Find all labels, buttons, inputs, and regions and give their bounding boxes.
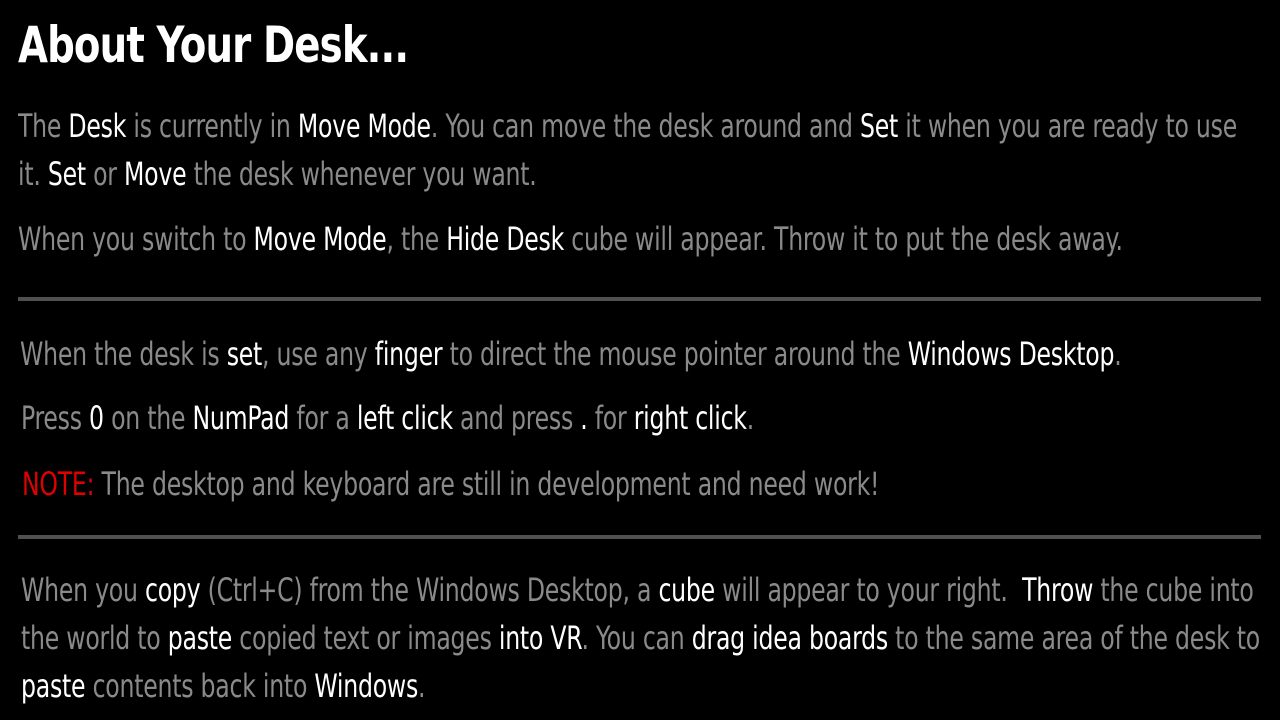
highlight-hide-desk: Hide Desk	[446, 220, 565, 258]
text-segment: will appear to your right.	[714, 571, 1023, 609]
text-segment: The	[18, 107, 69, 145]
highlight-cube: cube	[658, 571, 715, 609]
text-segment: to the same area of the desk to	[887, 619, 1261, 657]
highlight-key-zero: 0	[89, 399, 104, 437]
text-segment: Press	[21, 399, 90, 437]
highlight-finger: finger	[374, 335, 443, 373]
highlight-paste: paste	[21, 667, 86, 705]
text-segment: on the	[103, 399, 193, 437]
highlight-move-mode: Move Mode	[297, 107, 431, 145]
highlight-windows-desktop: Windows Desktop	[907, 335, 1115, 373]
highlight-into-vr: into VR	[498, 619, 582, 657]
click-instructions-paragraph: Press 0 on the NumPad for a left click a…	[21, 394, 1267, 442]
text-segment: .	[1114, 335, 1122, 373]
text-segment: cube will appear. Throw it to put the de…	[564, 220, 1123, 258]
text-segment: or	[85, 155, 125, 193]
text-segment: When the desk is	[20, 335, 227, 373]
highlight-drag-idea-boards: drag idea boards	[691, 619, 888, 657]
section-divider	[18, 297, 1261, 301]
highlight-paste: paste	[167, 619, 233, 657]
highlight-numpad: NumPad	[192, 399, 290, 437]
highlight-windows: Windows	[314, 667, 419, 705]
highlight-key-period: .	[580, 399, 588, 437]
text-segment: When you switch to	[18, 220, 254, 258]
text-segment: the desk whenever you want.	[186, 155, 537, 193]
text-segment: The desktop and keyboard are still in de…	[94, 465, 880, 503]
text-segment: (Ctrl+C) from the Windows Desktop, a	[200, 571, 659, 609]
text-segment: .	[418, 667, 426, 705]
clipboard-paragraph: When you copy (Ctrl+C) from the Windows …	[21, 566, 1267, 710]
highlight-set: Set	[859, 107, 899, 145]
text-segment: copied text or images	[232, 619, 499, 657]
mouse-pointer-paragraph: When the desk is set, use any finger to …	[20, 330, 1266, 378]
highlight-move: Move	[124, 155, 187, 193]
text-segment: . You can	[581, 619, 692, 657]
highlight-desk: Desk	[68, 107, 127, 145]
highlight-right-click: right click	[633, 399, 747, 437]
text-segment: , the	[386, 220, 447, 258]
text-segment: When you	[21, 571, 145, 609]
text-segment: contents back into	[85, 667, 315, 705]
text-segment: for	[587, 399, 634, 437]
section-divider	[18, 535, 1261, 539]
hide-desk-paragraph: When you switch to Move Mode, the Hide D…	[18, 215, 1264, 263]
move-mode-paragraph: The Desk is currently in Move Mode. You …	[18, 102, 1264, 198]
highlight-set: set	[226, 335, 263, 373]
text-segment: is currently in	[126, 107, 298, 145]
highlight-copy: copy	[144, 571, 201, 609]
highlight-throw: Throw	[1022, 571, 1094, 609]
text-segment: for a	[289, 399, 357, 437]
note-paragraph: NOTE: The desktop and keyboard are still…	[22, 460, 1268, 508]
highlight-set: Set	[47, 155, 86, 193]
text-segment: . You can move the desk around and	[430, 107, 860, 145]
text-segment: to direct the mouse pointer around the	[442, 335, 908, 373]
note-label: NOTE:	[22, 465, 95, 503]
highlight-left-click: left click	[356, 399, 453, 437]
page-title: About Your Desk...	[18, 16, 409, 74]
text-segment: .	[746, 399, 754, 437]
text-segment: , use any	[262, 335, 375, 373]
highlight-move-mode: Move Mode	[253, 220, 387, 258]
text-segment: and press	[452, 399, 581, 437]
